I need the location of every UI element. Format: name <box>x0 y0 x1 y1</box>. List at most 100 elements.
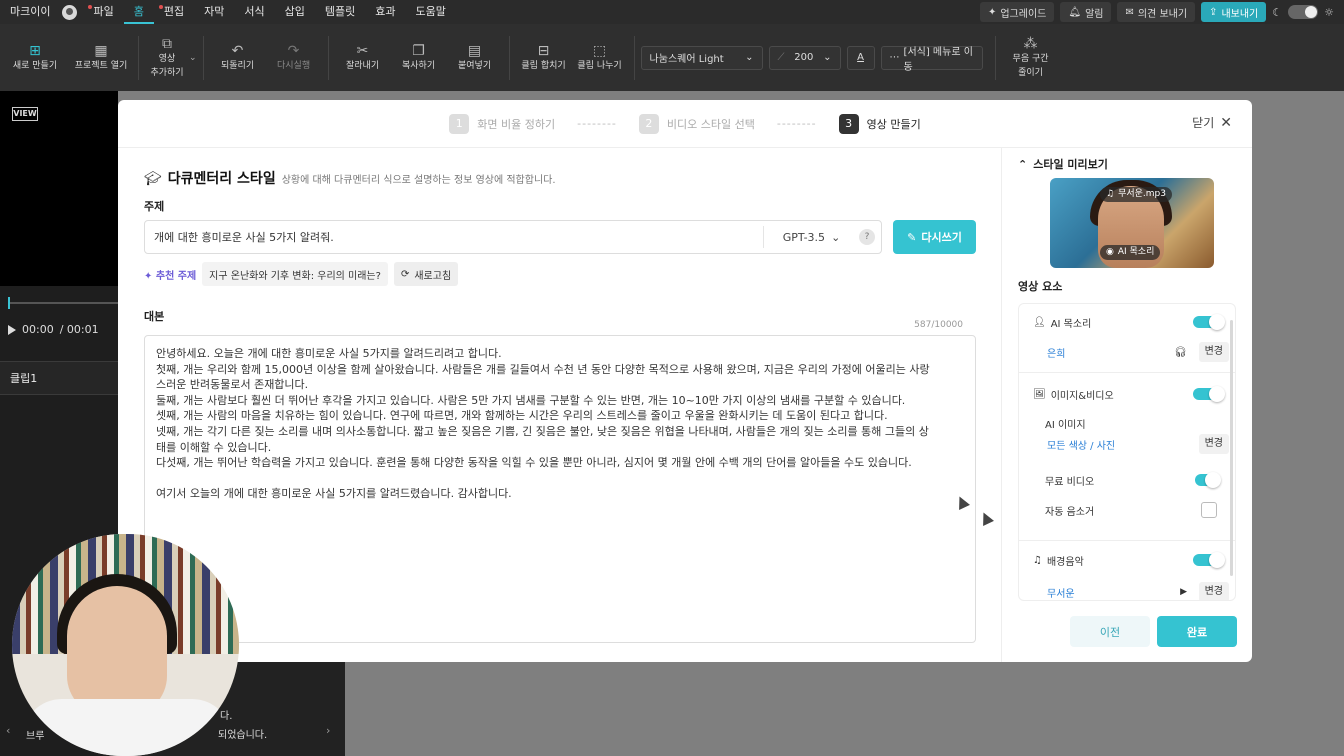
image-type[interactable]: 모든 색상 / 사진 <box>1047 437 1115 452</box>
theme-toggle[interactable] <box>1288 5 1319 19</box>
mouse-cursor-icon <box>978 510 994 526</box>
chevron-up-icon: ⌃ <box>1018 157 1028 171</box>
menu-help[interactable]: 도움말 <box>405 0 455 24</box>
script-line: 넷째, 개는 각기 다른 짖는 소리를 내며 의사소통합니다. 짧고 높은 짖음… <box>156 424 929 438</box>
headphones-icon[interactable]: 🎧︎ <box>1174 347 1187 358</box>
preview-header[interactable]: ⌃ 스타일 미리보기 <box>1018 156 1108 172</box>
menu-template[interactable]: 템플릿 <box>315 0 365 24</box>
image-change-button[interactable]: 변경 <box>1198 434 1229 454</box>
chevron-left-icon[interactable]: ‹ <box>6 724 10 737</box>
play-icon[interactable]: ▶ <box>1180 587 1187 597</box>
bgm-toggle[interactable] <box>1193 552 1225 568</box>
background <box>118 91 345 100</box>
font-select[interactable]: 나눔스퀘어 Light ⌄ <box>640 45 763 70</box>
timecode: 00:00 / 00:01 <box>8 323 99 336</box>
user-avatar-icon[interactable] <box>62 4 78 20</box>
sparkle-icon: ✦ <box>987 6 997 18</box>
step-1[interactable]: 1 화면 비율 정하기 <box>449 113 555 134</box>
cut-button[interactable]: ✂ 잘라내기 <box>335 28 391 88</box>
chevron-down-icon[interactable]: ⌄ <box>189 53 197 63</box>
image-video-toggle[interactable] <box>1193 386 1225 402</box>
script-line: 태를 이해할 수 있습니다. <box>156 440 272 454</box>
add-video-icon: ⧉ <box>162 35 172 52</box>
chevron-right-icon[interactable]: › <box>326 724 330 737</box>
paste-button[interactable]: ▤ 붙여넣기 <box>447 28 503 88</box>
bgm-name[interactable]: 무서운 <box>1047 585 1075 600</box>
style-preview-image: ♫ 무서운.mp3 ◉ AI 목소리 <box>1050 178 1214 268</box>
time-total: / 00:01 <box>59 323 99 336</box>
refresh-button[interactable]: ⟳ 새로고침 <box>393 262 459 286</box>
suggested-topic-chip[interactable]: 지구 온난화와 기후 변화: 우리의 미래는? <box>202 262 388 286</box>
rewrite-button[interactable]: ✎ 다시쓰기 <box>893 220 976 254</box>
menu-home[interactable]: 홈 <box>123 0 154 24</box>
format-menu-button[interactable]: ⋯ [서식] 메뉴로 이동 <box>880 45 983 73</box>
new-project-button[interactable]: ⊞ 새로 만들기 <box>0 28 70 88</box>
merge-clip-button[interactable]: ⊟ 클립 합치기 <box>516 28 572 88</box>
step-2[interactable]: 2 비디오 스타일 선택 <box>638 113 755 134</box>
divider <box>633 35 635 80</box>
upgrade-button[interactable]: ✦ 업그레이드 <box>979 2 1055 22</box>
redo-button[interactable]: ↷ 다시실행 <box>266 28 322 88</box>
divider <box>508 35 510 80</box>
ai-voice-toggle[interactable] <box>1193 314 1225 330</box>
script-line: 여기서 오늘의 개에 대한 흥미로운 사실 5가지를 알려드렸습니다. 감사합니… <box>156 487 512 501</box>
chevron-down-icon: ⌄ <box>831 230 841 244</box>
play-icon[interactable] <box>8 324 16 335</box>
font-size-select[interactable]: ⟋ 200 ⌄ <box>768 45 841 70</box>
voice-icon: ◉ <box>1106 247 1114 257</box>
menu-insert[interactable]: 삽입 <box>275 0 315 24</box>
divider <box>202 35 204 80</box>
voice-change-button[interactable]: 변경 <box>1198 342 1229 362</box>
menu-format[interactable]: 서식 <box>234 0 274 24</box>
menu-bar: 마크이이 파일 홈 편집 자막 서식 삽입 템플릿 효과 도움말 ✦ 업그레이드 … <box>0 0 1344 24</box>
model-select[interactable]: GPT-3.5 ⌄ <box>763 226 859 248</box>
image-type-row: 모든 색상 / 사진 변경 <box>1019 434 1235 454</box>
bgm-row: ♫ 배경음악 <box>1019 552 1235 568</box>
presenter-face <box>67 586 167 716</box>
clipboard-icon: ▤ <box>467 42 482 59</box>
export-button[interactable]: ⇪ 내보내기 <box>1201 2 1267 22</box>
auto-mute-checkbox[interactable] <box>1201 502 1217 518</box>
elements-title: 영상 요소 <box>1018 280 1063 293</box>
bgm-change-button[interactable]: 변경 <box>1198 582 1229 600</box>
close-icon: ✕ <box>1220 114 1232 131</box>
script-line: 둘째, 개는 사람보다 훨씬 더 뛰어난 후각을 가지고 있습니다. 사람은 5… <box>156 393 906 407</box>
silence-trim-button[interactable]: ⁂ 무음 구간 줄이기 <box>1002 28 1060 88</box>
free-video-toggle[interactable] <box>1195 472 1221 488</box>
divider <box>1019 540 1235 541</box>
clip-item[interactable]: 클립1 <box>0 361 118 395</box>
split-clip-button[interactable]: ⬚ 클립 나누기 <box>572 28 628 88</box>
undo-button[interactable]: ↶ 되돌리기 <box>210 28 266 88</box>
script-textarea[interactable]: 안녕하세요. 오늘은 개에 대한 흥미로운 사실 5가지를 알려드리려고 합니다… <box>144 335 976 643</box>
scrollbar[interactable] <box>1230 320 1233 576</box>
menu-effect[interactable]: 효과 <box>365 0 405 24</box>
script-line: 안녕하세요. 오늘은 개에 대한 흥미로운 사실 5가지를 알려드리려고 합니다… <box>156 347 502 360</box>
feedback-button[interactable]: ✉ 의견 보내기 <box>1117 2 1196 22</box>
menubar-right: ✦ 업그레이드 🔔︎ 알림 ✉ 의견 보내기 ⇪ 내보내기 ☾ ☼ <box>979 2 1344 22</box>
prev-button[interactable]: 이전 <box>1070 616 1150 647</box>
add-video-button[interactable]: ⧉ 영상 추가하기 <box>145 28 189 88</box>
copy-button[interactable]: ❐ 복사하기 <box>391 28 447 88</box>
menu-file[interactable]: 파일 <box>83 0 123 24</box>
menu-subtitle[interactable]: 자막 <box>194 0 234 24</box>
voice-name[interactable]: 은희 <box>1047 345 1065 360</box>
script-line: 첫째, 개는 우리와 함께 15,000년 이상을 함께 살아왔습니다. 사람들… <box>156 362 930 376</box>
step-dots: -------- <box>577 117 617 130</box>
close-button[interactable]: 닫기 ✕ <box>1192 114 1232 131</box>
scrub-bar[interactable] <box>8 297 118 309</box>
topic-field[interactable]: 개에 대한 흥미로운 사실 5가지 알려줘. GPT-3.5 ⌄ ? <box>144 220 882 254</box>
ribbon-toolbar: ⊞ 새로 만들기 ▦ 프로젝트 열기 ⧉ 영상 추가하기 ⌄ ↶ 되돌리기 ↷ 다시실행 ✂… <box>0 24 1344 91</box>
open-project-button[interactable]: ▦ 프로젝트 열기 <box>70 28 132 88</box>
topic-input[interactable]: 개에 대한 흥미로운 사실 5가지 알려줘. <box>145 229 763 245</box>
ai-image-row: AI 이미지 <box>1019 415 1235 431</box>
divider <box>138 35 139 80</box>
menu-edit[interactable]: 편집 <box>154 0 194 24</box>
user-name[interactable]: 마크이이 <box>0 0 60 24</box>
help-icon[interactable]: ? <box>859 229 875 245</box>
text-color-button[interactable]: A <box>846 45 875 70</box>
ai-voice-row: 👤︎ AI 목소리 <box>1019 314 1235 330</box>
done-button[interactable]: 완료 <box>1157 616 1237 647</box>
notice-button[interactable]: 🔔︎ 알림 <box>1060 2 1112 22</box>
step-3[interactable]: 3 영상 만들기 <box>838 113 921 134</box>
export-icon: ⇪ <box>1209 6 1218 18</box>
